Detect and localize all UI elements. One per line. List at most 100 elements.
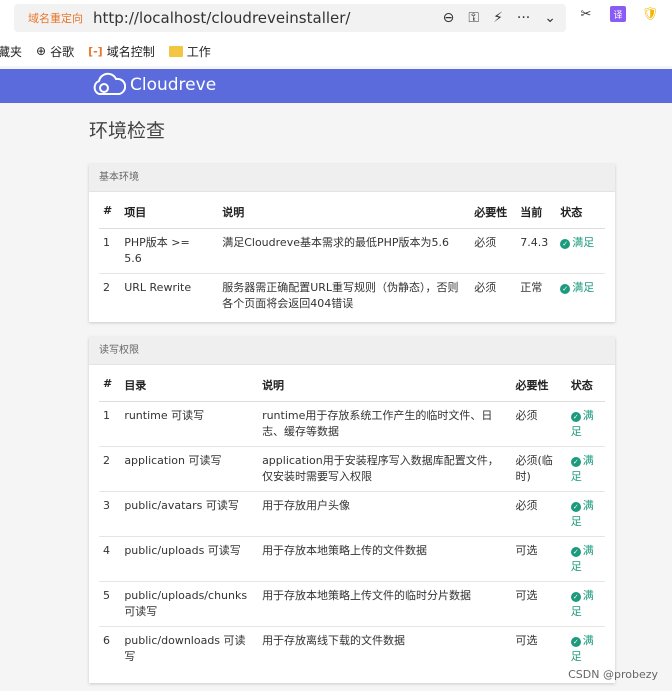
- row-desc: 用于存放离线下载的文件数据: [262, 634, 406, 647]
- permissions-table: # 目录 说明 必要性 状态 1 runtime 可读写 runtime用于存放系统…: [99, 369, 605, 671]
- check-circle-icon: ✓: [570, 457, 581, 467]
- folder-icon: [168, 45, 183, 57]
- more-icon[interactable]: ···: [517, 10, 530, 26]
- row-dir: application 可读写: [118, 446, 257, 492]
- col-desc: 说明: [256, 369, 510, 402]
- check-circle-icon: ✓: [570, 412, 581, 422]
- row-dir: public/uploads/chunks 可读写: [118, 581, 257, 627]
- permissions-card: 读写权限 # 目录 说明 必要性 状态 1 runtime 可读写 runtime用…: [89, 337, 615, 683]
- status-badge: ✓ 满足: [564, 491, 605, 537]
- brand-logo[interactable]: Cloudreve: [90, 72, 216, 98]
- row-current: 7.4.3: [514, 228, 555, 274]
- bookmark-label: 谷歌: [50, 44, 75, 59]
- bookmark-domain[interactable]: [-] 域名控制: [88, 43, 155, 60]
- status-text: 满足: [572, 281, 595, 294]
- card-heading: 基本环境: [89, 164, 615, 192]
- row-req: 可选: [509, 536, 565, 582]
- col-req: 必要性: [468, 196, 515, 229]
- row-item: URL Rewrite: [124, 281, 192, 294]
- card-heading: 读写权限: [89, 337, 615, 365]
- translate-icon[interactable]: 译: [610, 6, 626, 22]
- table-row: 4 public/uploads 可读写 用于存放本地策略上传的文件数据 可选 ✓ 满足: [99, 536, 605, 582]
- col-current: 当前: [514, 196, 555, 229]
- col-dir: 目录: [118, 369, 257, 402]
- cloud-icon: [93, 72, 126, 95]
- status-badge: ✓ 满足: [565, 627, 605, 672]
- row-desc: 服务器需正确配置URL重写规则（伪静态），否则各个页面将会返回404错误: [222, 281, 459, 310]
- col-req: 必要性: [509, 369, 565, 402]
- row-req: 必须: [474, 281, 497, 294]
- col-no: #: [99, 369, 119, 402]
- table-row: 1 PHP版本 >= 5.6 满足Cloudreve基本需求的最低PHP版本为5…: [99, 228, 605, 274]
- col-item: 项目: [118, 196, 217, 229]
- page-title: 环境检查: [89, 120, 166, 142]
- row-desc: application用于安装程序写入数据库配置文件，仅安装时需要写入权限: [256, 446, 510, 492]
- shield-icon[interactable]: 🛡: [642, 6, 659, 22]
- zoom-icon[interactable]: ⊖: [443, 10, 455, 26]
- row-req: 必须: [468, 228, 515, 274]
- check-circle-icon: ✓: [560, 284, 571, 294]
- aliyun-icon: [-]: [88, 44, 103, 58]
- row-no: 6: [103, 634, 110, 647]
- bookmarks-bar: 藏夹 ⊕ 谷歌 [-] 域名控制 工作: [0, 36, 672, 66]
- row-dir: public/uploads 可读写: [118, 536, 257, 582]
- row-no: 1: [99, 228, 119, 274]
- row-req: 必须: [509, 401, 565, 447]
- table-row: 1 runtime 可读写 runtime用于存放系统工作产生的临时文件、日志、缓存…: [99, 401, 605, 447]
- globe-icon: ⊕: [36, 44, 47, 58]
- row-no: 4: [99, 536, 119, 582]
- status-badge: ✓ 满足: [564, 536, 605, 582]
- status-badge: ✓ 满足: [554, 274, 605, 319]
- address-bar[interactable]: 域名重定向 http://localhost/cloudreveinstalle…: [14, 4, 566, 32]
- table-row: 6 public/downloads 可读写 用于存放离线下载的文件数据 可选 ✓ 满足: [99, 627, 605, 672]
- browser-toolbar: 域名重定向 http://localhost/cloudreveinstalle…: [0, 0, 672, 36]
- check-circle-icon: ✓: [570, 547, 581, 557]
- col-status: 状态: [554, 196, 605, 229]
- brand-name: Cloudreve: [130, 75, 217, 95]
- status-badge: ✓ 满足: [564, 401, 605, 447]
- key-icon[interactable]: ⚿: [468, 10, 479, 26]
- basic-env-table: # 项目 说明 必要性 当前 状态 1 PHP版本 >= 5.6 满足Cloud…: [99, 196, 605, 318]
- bookmark-favorites[interactable]: 藏夹: [0, 43, 22, 60]
- bookmark-label: 藏夹: [0, 44, 23, 59]
- status-badge: ✓ 满足: [564, 446, 605, 492]
- row-no: 3: [99, 491, 119, 537]
- bookmark-work[interactable]: 工作: [168, 43, 211, 60]
- check-circle-icon: ✓: [570, 502, 581, 512]
- bookmark-label: 工作: [186, 44, 211, 59]
- row-desc: 用于存放用户头像: [256, 491, 510, 537]
- row-current: 正常: [520, 281, 543, 294]
- row-dir: runtime 可读写: [118, 401, 257, 447]
- row-no: 2: [99, 446, 119, 492]
- col-no: #: [99, 196, 119, 229]
- row-no: 2: [103, 281, 110, 294]
- row-dir: public/downloads 可读写: [124, 634, 246, 663]
- table-row: 2 URL Rewrite 服务器需正确配置URL重写规则（伪静态），否则各个页…: [99, 274, 605, 319]
- row-item: PHP版本 >= 5.6: [118, 228, 217, 274]
- basic-env-card: 基本环境 # 项目 说明 必要性 当前 状态 1 PHP版本 >= 5.6 满足…: [89, 164, 615, 322]
- row-desc: runtime用于存放系统工作产生的临时文件、日志、缓存等数据: [256, 401, 510, 447]
- check-circle-icon: ✓: [570, 592, 581, 602]
- row-dir: public/avatars 可读写: [118, 491, 257, 537]
- bookmark-google[interactable]: ⊕ 谷歌: [36, 43, 74, 60]
- table-row: 2 application 可读写 application用于安装程序写入数据库配置…: [99, 446, 605, 492]
- check-circle-icon: ✓: [560, 239, 571, 249]
- status-badge: ✓ 满足: [564, 581, 605, 627]
- status-text: 满足: [572, 236, 595, 249]
- col-desc: 说明: [216, 196, 469, 229]
- bookmark-label: 域名控制: [106, 44, 155, 59]
- table-row: 3 public/avatars 可读写 用于存放用户头像 必须 ✓ 满足: [99, 491, 605, 537]
- row-no: 1: [99, 401, 119, 447]
- chevron-down-icon[interactable]: ⌄: [544, 10, 556, 26]
- row-req: 可选: [509, 581, 565, 627]
- col-status: 状态: [564, 369, 605, 402]
- redirect-label: 域名重定向: [28, 12, 83, 25]
- url-text[interactable]: http://localhost/cloudreveinstaller/: [93, 9, 350, 27]
- row-no: 5: [99, 581, 119, 627]
- lightning-icon[interactable]: ⚡: [493, 10, 503, 26]
- watermark: CSDN @probezy: [568, 668, 658, 681]
- scissors-icon[interactable]: ✂: [578, 6, 594, 22]
- row-desc: 用于存放本地策略上传的文件数据: [256, 536, 510, 582]
- status-badge: ✓ 满足: [554, 228, 605, 274]
- row-req: 可选: [515, 634, 538, 647]
